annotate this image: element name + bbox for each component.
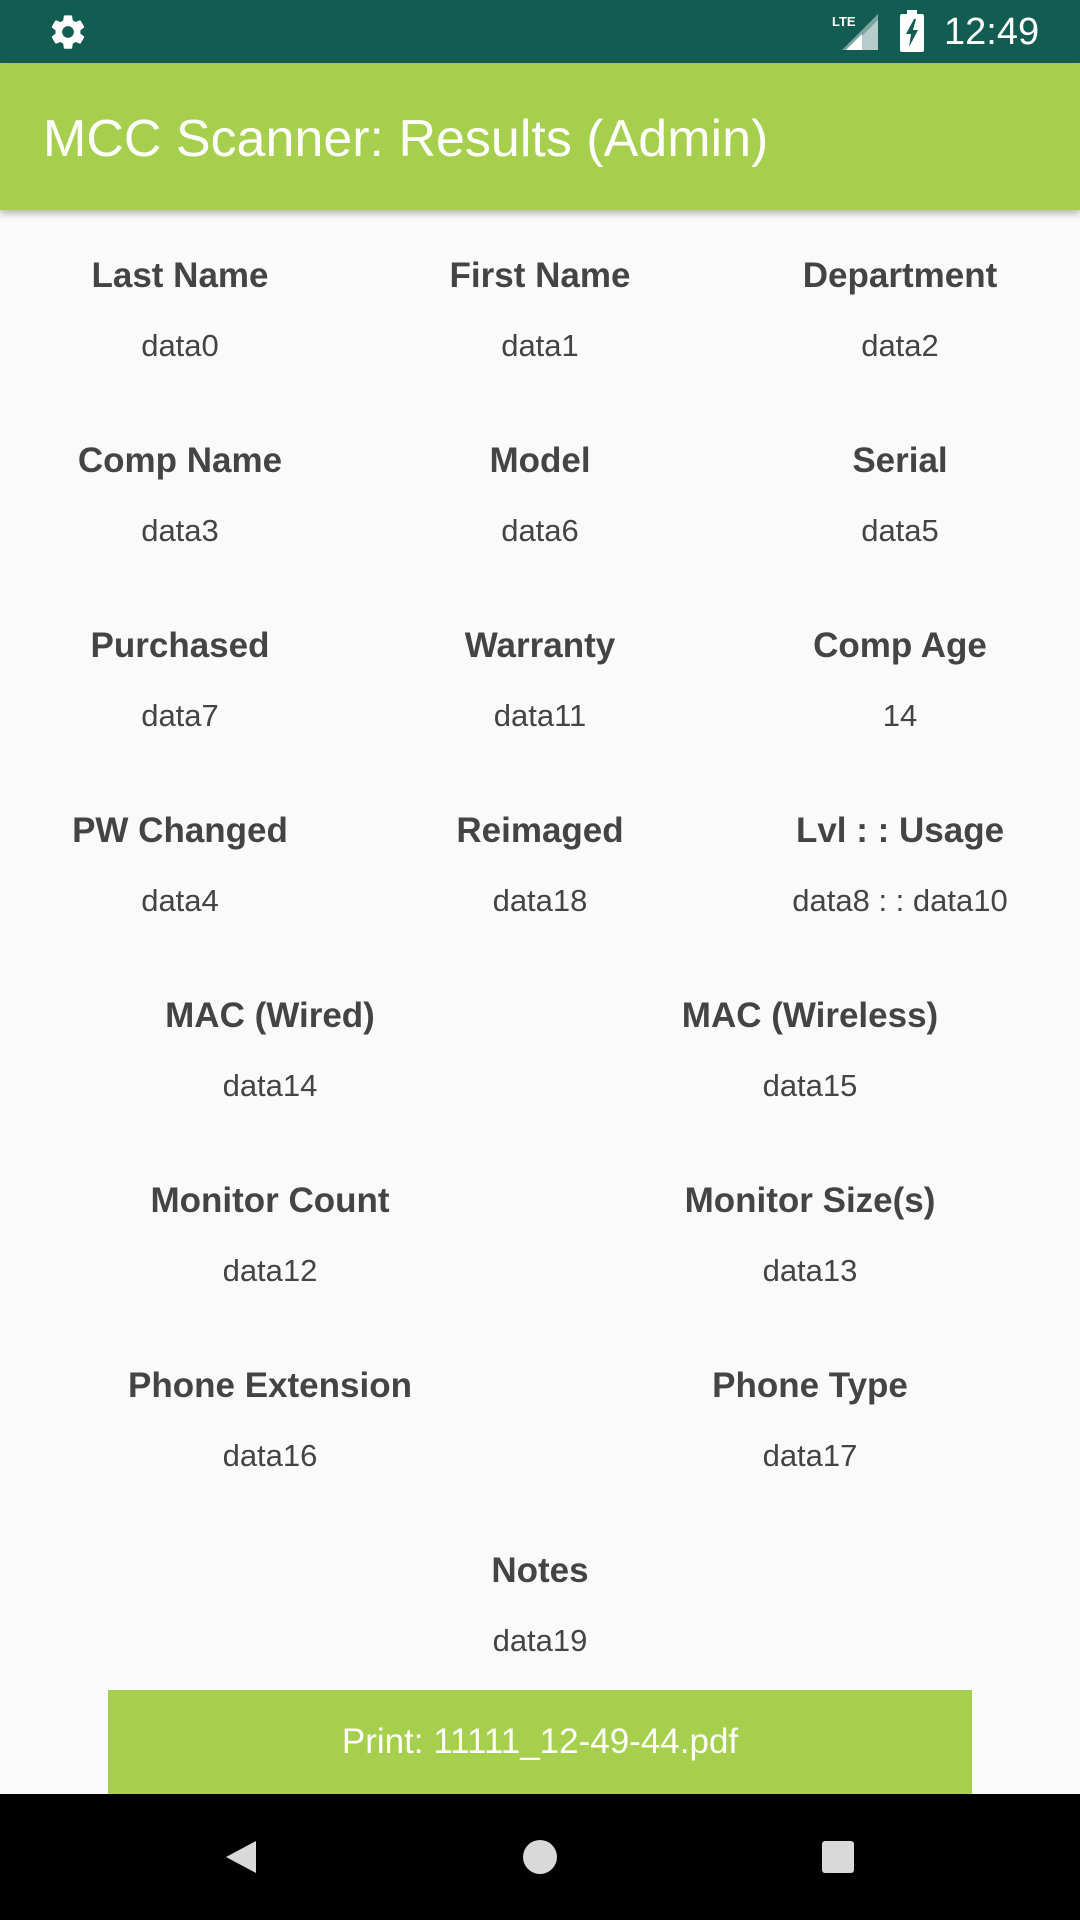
results-row-6: Monitor Count data12 Monitor Size(s) dat… (0, 1179, 1080, 1291)
field-model: Model data6 (360, 439, 720, 551)
field-comp-age: Comp Age 14 (720, 624, 1080, 736)
field-value: data19 (492, 1623, 588, 1658)
field-label: MAC (Wired) (165, 996, 375, 1035)
field-label: PW Changed (72, 811, 288, 850)
field-value: data12 (222, 1253, 318, 1288)
field-label: Lvl : : Usage (795, 811, 1005, 850)
field-label: Phone Type (712, 1366, 908, 1405)
field-value: data0 (141, 328, 219, 363)
field-warranty: Warranty data11 (360, 624, 720, 736)
field-label: Serial (852, 441, 948, 480)
app-bar: MCC Scanner: Results (Admin) (0, 63, 1080, 210)
field-reimaged: Reimaged data18 (360, 809, 720, 921)
field-label: Monitor Count (150, 1181, 390, 1220)
field-value: data11 (493, 698, 587, 733)
field-serial: Serial data5 (720, 439, 1080, 551)
gear-icon[interactable] (48, 12, 88, 52)
field-label: Notes (491, 1551, 589, 1590)
field-phone-extension: Phone Extension data16 (0, 1364, 540, 1476)
field-value: data5 (861, 513, 939, 548)
page-title: MCC Scanner: Results (Admin) (43, 110, 769, 168)
field-label: Phone Extension (128, 1366, 412, 1405)
field-value: data16 (222, 1438, 318, 1473)
field-label: Comp Age (813, 626, 987, 665)
results-row-5: MAC (Wired) data14 MAC (Wireless) data15 (0, 994, 1080, 1106)
field-monitor-sizes: Monitor Size(s) data13 (540, 1179, 1080, 1291)
svg-text:LTE: LTE (832, 14, 856, 29)
field-notes: Notes data19 (0, 1549, 1080, 1661)
field-label: Last Name (91, 256, 269, 295)
field-last-name: Last Name data0 (0, 254, 360, 366)
navigation-bar (0, 1794, 1080, 1920)
field-phone-type: Phone Type data17 (540, 1364, 1080, 1476)
field-mac-wireless: MAC (Wireless) data15 (540, 994, 1080, 1106)
field-label: Department (802, 256, 998, 295)
field-label: Model (489, 441, 591, 480)
field-value: data15 (762, 1068, 858, 1103)
field-pw-changed: PW Changed data4 (0, 809, 360, 921)
field-comp-name: Comp Name data3 (0, 439, 360, 551)
battery-charging-icon (900, 10, 924, 52)
field-value: data6 (501, 513, 579, 548)
field-value: data3 (141, 513, 219, 548)
field-label: MAC (Wireless) (681, 996, 939, 1035)
field-value: data8 : : data10 (792, 883, 1008, 918)
field-purchased: Purchased data7 (0, 624, 360, 736)
results-row-1: Last Name data0 First Name data1 Departm… (0, 254, 1080, 366)
lte-signal-icon: LTE (832, 14, 878, 50)
results-row-8: Notes data19 (0, 1549, 1080, 1661)
field-value: data4 (141, 883, 219, 918)
results-content: Last Name data0 First Name data1 Departm… (0, 210, 1080, 1794)
home-icon[interactable] (510, 1827, 570, 1887)
field-label: First Name (449, 256, 631, 295)
field-label: Reimaged (456, 811, 624, 850)
field-label: Warranty (464, 626, 616, 665)
field-monitor-count: Monitor Count data12 (0, 1179, 540, 1291)
field-lvl-usage: Lvl : : Usage data8 : : data10 (720, 809, 1080, 921)
field-value: data13 (762, 1253, 858, 1288)
status-bar: LTE 12:49 (0, 0, 1080, 63)
back-icon[interactable] (210, 1827, 270, 1887)
field-label: Comp Name (77, 441, 283, 480)
results-row-4: PW Changed data4 Reimaged data18 Lvl : :… (0, 809, 1080, 921)
field-value: 14 (882, 698, 918, 733)
field-value: data17 (762, 1438, 858, 1473)
recents-icon[interactable] (808, 1827, 868, 1887)
field-mac-wired: MAC (Wired) data14 (0, 994, 540, 1106)
field-value: data2 (861, 328, 939, 363)
print-button[interactable]: Print: 11111_12-49-44.pdf (108, 1690, 972, 1794)
results-row-2: Comp Name data3 Model data6 Serial data5 (0, 439, 1080, 551)
field-value: data18 (492, 883, 588, 918)
field-department: Department data2 (720, 254, 1080, 366)
field-value: data7 (141, 698, 219, 733)
field-value: data14 (222, 1068, 318, 1103)
field-label: Monitor Size(s) (684, 1181, 936, 1220)
results-row-7: Phone Extension data16 Phone Type data17 (0, 1364, 1080, 1476)
field-value: data1 (501, 328, 579, 363)
field-label: Purchased (90, 626, 270, 665)
status-clock: 12:49 (944, 11, 1040, 53)
field-first-name: First Name data1 (360, 254, 720, 366)
results-row-3: Purchased data7 Warranty data11 Comp Age… (0, 624, 1080, 736)
